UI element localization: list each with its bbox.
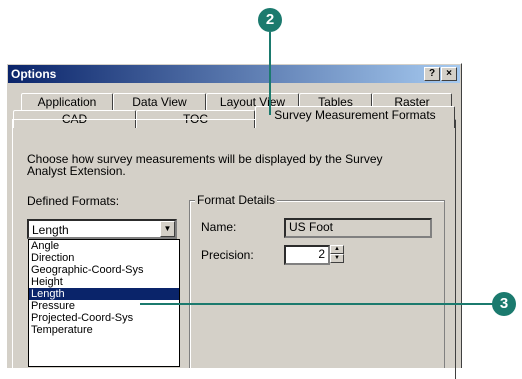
callout-2: 2 <box>258 8 282 32</box>
callout-3-line <box>140 303 498 305</box>
callout-3: 3 <box>492 292 516 316</box>
